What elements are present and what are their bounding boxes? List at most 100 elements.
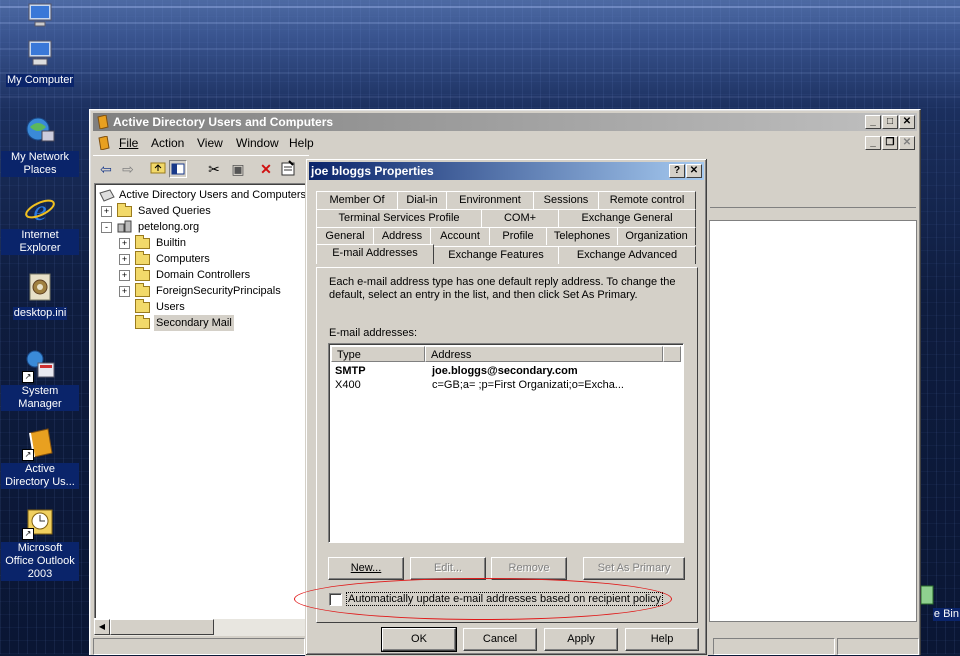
desktop-icon-my-network-places[interactable]: My Network Places (1, 115, 79, 177)
expand-plus-icon[interactable]: + (119, 254, 130, 265)
outlook-icon: ↗ (22, 506, 56, 540)
edit-button[interactable]: Edit... (410, 557, 486, 580)
tab-organization[interactable]: Organization (617, 227, 696, 245)
tree-horizontal-scrollbar[interactable]: ◀ (94, 618, 306, 636)
shortcut-arrow-icon: ↗ (22, 371, 34, 383)
minimize-button[interactable]: _ (865, 115, 881, 129)
delete-icon[interactable]: ✕ (257, 160, 275, 178)
tab-general[interactable]: General (316, 227, 374, 245)
desktop-icon-system-manager[interactable]: ↗ System Manager (1, 349, 79, 411)
dialog-close-button[interactable]: ✕ (686, 164, 702, 178)
new-button[interactable]: New... (328, 557, 404, 580)
cut-icon[interactable]: ✂ (205, 160, 223, 178)
folder-icon (135, 299, 150, 313)
column-header-type[interactable]: Type (331, 346, 425, 362)
ou-folder-icon (135, 267, 150, 281)
paste-icon[interactable]: ▣ (229, 160, 247, 178)
close-button[interactable]: ✕ (899, 115, 915, 129)
expand-plus-icon[interactable]: + (119, 286, 130, 297)
desktop-icon-my-computer[interactable]: My Computer (1, 38, 79, 87)
tab-telephones[interactable]: Telephones (546, 227, 618, 245)
desktop-icon-active-directory[interactable]: ↗ Active Directory Us... (1, 427, 79, 489)
scroll-left-arrow-icon[interactable]: ◀ (94, 619, 110, 635)
computer-icon (24, 2, 56, 34)
show-hide-tree-icon[interactable] (169, 160, 187, 178)
tab-exchange-features[interactable]: Exchange Features (433, 246, 559, 264)
properties-icon[interactable] (279, 160, 297, 178)
email-addresses-list[interactable]: Type Address SMTP joe.bloggs@secondary.c… (328, 343, 684, 543)
ok-button[interactable]: OK (381, 627, 457, 652)
tab-exchange-general[interactable]: Exchange General (558, 209, 696, 227)
menu-file[interactable]: File (119, 136, 138, 150)
set-as-primary-button[interactable]: Set As Primary (583, 557, 685, 580)
email-addresses-label: E-mail addresses: (329, 327, 418, 339)
tree-item-label: Builtin (156, 237, 186, 249)
menu-view[interactable]: View (197, 136, 223, 150)
tab-member-of[interactable]: Member Of (316, 191, 398, 209)
column-header-address[interactable]: Address (425, 346, 663, 362)
menu-action[interactable]: Action (151, 136, 184, 150)
network-places-icon (24, 115, 56, 147)
desktop-icon-label: desktop.ini (12, 307, 68, 320)
child-close-button[interactable]: ✕ (899, 136, 915, 150)
child-minimize-button[interactable]: _ (865, 136, 881, 150)
expand-plus-icon[interactable]: + (101, 206, 112, 217)
tab-com-plus[interactable]: COM+ (481, 209, 559, 227)
main-window-titlebar[interactable]: Active Directory Users and Computers _ □… (93, 113, 917, 131)
context-help-button[interactable]: ? (669, 164, 685, 178)
list-item[interactable]: SMTP joe.bloggs@secondary.com (335, 364, 675, 378)
child-restore-button[interactable]: ❐ (882, 136, 898, 150)
details-pane[interactable] (709, 191, 917, 622)
address-book-icon (97, 115, 109, 129)
recycle-bin-icon (920, 582, 934, 606)
dialog-titlebar[interactable]: joe bloggs Properties ? ✕ (309, 162, 704, 180)
menu-bar: File Action View Window Help _ ❐ ✕ (93, 133, 917, 153)
folder-icon (135, 251, 150, 265)
menu-help[interactable]: Help (289, 136, 314, 150)
expand-plus-icon[interactable]: + (119, 238, 130, 249)
desktop-icon-desktop-ini[interactable]: desktop.ini (1, 271, 79, 320)
expand-plus-icon[interactable]: + (119, 270, 130, 281)
details-column-header (710, 208, 916, 221)
tab-profile[interactable]: Profile (489, 227, 547, 245)
internet-explorer-icon: e (24, 193, 56, 227)
status-cell (713, 638, 835, 655)
help-button[interactable]: Help (625, 628, 699, 651)
mmc-document-icon (98, 136, 110, 150)
cancel-button[interactable]: Cancel (463, 628, 537, 651)
tab-dial-in[interactable]: Dial-in (397, 191, 447, 209)
up-folder-icon[interactable] (149, 160, 167, 178)
desktop-icon-top[interactable] (1, 2, 79, 38)
tab-exchange-advanced[interactable]: Exchange Advanced (558, 246, 696, 264)
desktop-icon-outlook-2003[interactable]: ↗ Microsoft Office Outlook 2003 (1, 506, 79, 581)
email-address: c=GB;a= ;p=First Organizati;o=Excha... (432, 379, 624, 391)
tab-address[interactable]: Address (373, 227, 431, 245)
tab-remote-control[interactable]: Remote control (598, 191, 696, 209)
tab-account[interactable]: Account (430, 227, 490, 245)
tab-terminal-services-profile[interactable]: Terminal Services Profile (316, 209, 482, 227)
console-tree[interactable]: Active Directory Users and Computers + S… (94, 183, 308, 623)
folder-icon (135, 235, 150, 249)
desktop-icon-internet-explorer[interactable]: e Internet Explorer (1, 193, 79, 255)
shortcut-arrow-icon: ↗ (22, 449, 34, 461)
desktop-icon-label: e Bin (932, 608, 960, 621)
tab-email-addresses[interactable]: E-mail Addresses (316, 244, 434, 264)
column-header-filler (663, 346, 681, 362)
forward-arrow-icon[interactable]: ⇨ (119, 160, 137, 178)
apply-button[interactable]: Apply (544, 628, 618, 651)
menu-window[interactable]: Window (236, 136, 279, 150)
description-text: Each e-mail address type has one default… (329, 276, 676, 301)
collapse-minus-icon[interactable]: - (101, 222, 112, 233)
toolbar: ⇦ ⇨ ✂ ▣ ✕ (93, 155, 309, 182)
highlight-annotation-ellipse (294, 578, 672, 620)
back-arrow-icon[interactable]: ⇦ (97, 160, 115, 178)
scroll-thumb[interactable] (110, 619, 214, 635)
desktop-icon-label: My Network Places (1, 151, 79, 177)
remove-button[interactable]: Remove (491, 557, 567, 580)
tab-sessions[interactable]: Sessions (533, 191, 599, 209)
status-cell (93, 638, 305, 655)
tab-environment[interactable]: Environment (446, 191, 534, 209)
folder-icon (135, 283, 150, 297)
maximize-button[interactable]: □ (882, 115, 898, 129)
list-item[interactable]: X400 c=GB;a= ;p=First Organizati;o=Excha… (335, 378, 675, 392)
